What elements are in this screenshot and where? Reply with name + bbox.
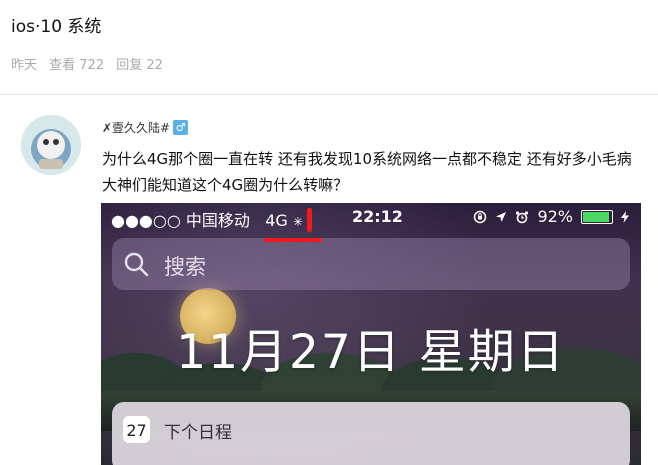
carrier-name: 中国移动 (185, 211, 250, 230)
battery-icon (581, 209, 613, 224)
avatar-image (21, 115, 81, 175)
post-title: ios·10 系统 (11, 17, 102, 37)
search-icon (124, 252, 149, 277)
author-name[interactable]: ✗壹久久陆# (102, 119, 170, 136)
rotation-lock-icon (474, 210, 487, 223)
calendar-icon: 27 (123, 416, 150, 443)
widget-title: 下个日程 (164, 423, 232, 443)
lockscreen-date: 11月27日 星期日 (176, 325, 566, 380)
post-meta: 昨天 查看 722 回复 22 (11, 54, 171, 73)
status-left: ●●●○○ 中国移动 4G ✳ (111, 207, 303, 231)
location-arrow-icon (496, 211, 507, 222)
view-count: 查看 722 (49, 58, 105, 73)
reply-count: 回复 22 (116, 58, 163, 73)
red-annotation-vertical (307, 208, 312, 232)
status-time: 22:12 (352, 207, 403, 226)
red-annotation-underline (264, 238, 322, 242)
loading-spinner-icon: ✳ (292, 215, 303, 229)
network-type: 4G (265, 211, 288, 230)
status-right: 92% (473, 207, 629, 226)
charging-bolt-icon (621, 210, 629, 223)
alarm-clock-icon (516, 210, 529, 223)
calendar-widget[interactable]: 27 下个日程 (112, 402, 630, 465)
battery-level-fill (583, 211, 609, 222)
signal-dots: ●●●○○ (111, 211, 181, 230)
avatar[interactable] (21, 115, 81, 175)
search-bar[interactable]: 搜索 (112, 238, 630, 290)
male-gender-icon: ♂ (173, 119, 189, 135)
author-row: ✗壹久久陆# ♂ (102, 118, 189, 136)
calendar-day: 27 (126, 421, 147, 440)
status-bar: ●●●○○ 中国移动 4G ✳ 22:12 92% (101, 203, 641, 233)
battery-percent: 92% (537, 207, 573, 226)
post-header: ios·10 系统 昨天 查看 722 回复 22 (0, 0, 658, 95)
search-placeholder: 搜索 (164, 255, 206, 279)
attached-phone-screenshot[interactable]: ●●●○○ 中国移动 4G ✳ 22:12 92% 搜索 11月27日 星期日 … (101, 203, 641, 465)
post-body-text: 为什么4G那个圈一直在转 还有我发现10系统网络一点都不稳定 还有好多小毛病 大… (102, 150, 632, 194)
post-time: 昨天 (11, 58, 38, 73)
